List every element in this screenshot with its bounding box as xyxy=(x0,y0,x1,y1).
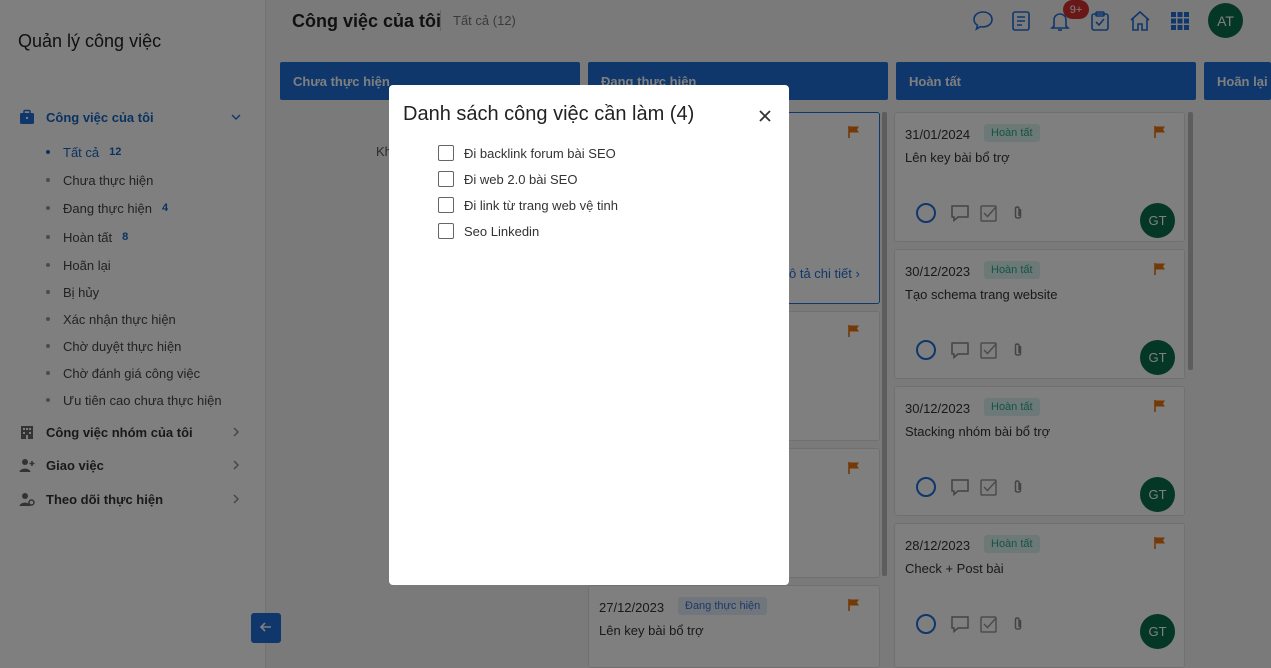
todo-item[interactable]: Đi backlink forum bài SEO xyxy=(438,144,616,162)
todo-item[interactable]: Seo Linkedin xyxy=(438,222,539,240)
todo-list-modal: Danh sách công việc cần làm (4) Đi backl… xyxy=(389,85,789,585)
todo-label: Seo Linkedin xyxy=(464,223,540,239)
todo-checkbox[interactable] xyxy=(438,171,454,187)
todo-item[interactable]: Đi web 2.0 bài SEO xyxy=(438,170,577,188)
todo-label: Đi backlink forum bài SEO xyxy=(464,145,616,161)
todo-checkbox[interactable] xyxy=(438,223,454,239)
todo-label: Đi link từ trang web vệ tinh xyxy=(464,197,618,213)
close-icon[interactable] xyxy=(755,106,775,126)
todo-checkbox[interactable] xyxy=(438,197,454,213)
todo-checkbox[interactable] xyxy=(438,145,454,161)
todo-item[interactable]: Đi link từ trang web vệ tinh xyxy=(438,196,618,214)
modal-title: Danh sách công việc cần làm (4) xyxy=(403,103,695,125)
todo-label: Đi web 2.0 bài SEO xyxy=(464,171,578,187)
